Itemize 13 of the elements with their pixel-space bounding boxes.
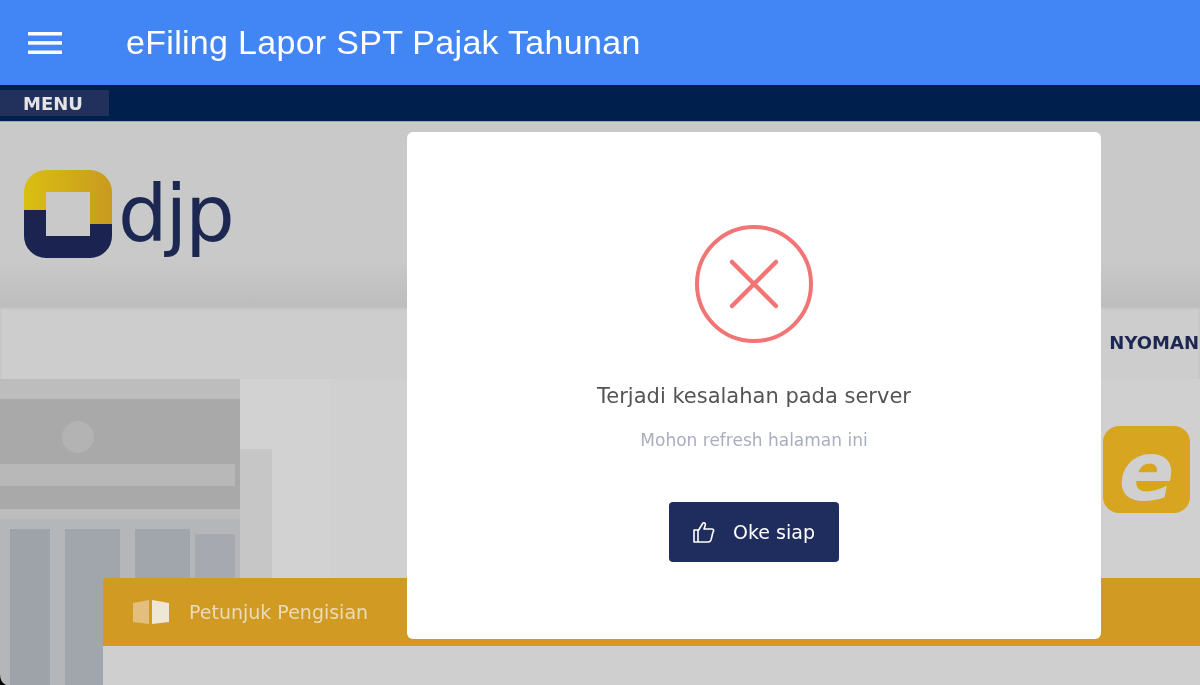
ok-button[interactable]: Oke siap: [669, 502, 839, 562]
app-logo: e: [1103, 426, 1190, 513]
nav-link[interactable]: NYOMAN: [1109, 332, 1199, 353]
menu-icon[interactable]: [28, 31, 62, 54]
book-icon: [133, 600, 169, 624]
card-title: Petunjuk Pengisian: [189, 601, 369, 623]
menu-button[interactable]: MENU: [0, 90, 109, 116]
app-title: eFiling Lapor SPT Pajak Tahunan: [126, 23, 641, 62]
dialog-message: Mohon refresh halaman ini: [640, 430, 868, 450]
dialog-title: Terjadi kesalahan pada server: [597, 384, 911, 408]
error-icon: [694, 224, 814, 344]
thumbs-up-icon: [693, 521, 716, 543]
logo-icon: [24, 170, 112, 258]
